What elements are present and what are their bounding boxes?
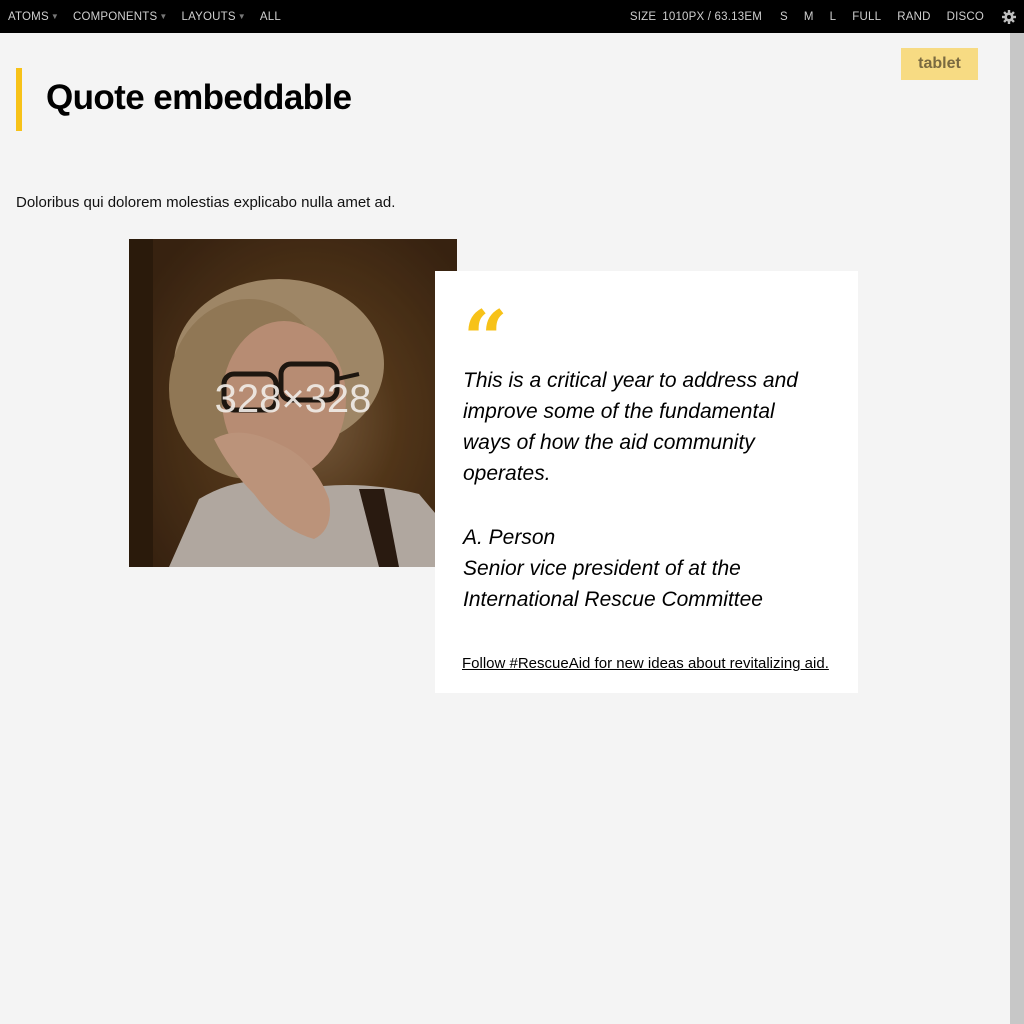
author-organization: International Rescue Committee	[463, 588, 763, 611]
page-description: Doloribus qui dolorem molestias explicab…	[16, 194, 396, 211]
title-accent-bar	[16, 68, 22, 131]
size-medium-button[interactable]: M	[804, 11, 814, 23]
quote-attribution: A. Person Senior vice president of at th…	[463, 522, 833, 615]
viewport-resize-handle[interactable]	[1010, 33, 1024, 1024]
author-title: Senior vice president of at the	[463, 557, 741, 580]
size-small-button[interactable]: S	[780, 11, 788, 23]
follow-link[interactable]: Follow #RescueAid for new ideas about re…	[462, 655, 829, 672]
nav-components-label: COMPONENTS	[72, 10, 158, 23]
nav-all[interactable]: ALL	[260, 11, 281, 23]
quote-photo: 328×328	[129, 239, 457, 567]
top-toolbar: ATOMS ▼ COMPONENTS ▼ LAYOUTS ▼ ALL SIZE 101…	[0, 0, 1024, 33]
chevron-down-icon: ▼	[159, 12, 168, 21]
nav-layouts[interactable]: LAYOUTS ▼	[182, 11, 246, 23]
chevron-down-icon: ▼	[50, 12, 59, 21]
page-title: Quote embeddable	[46, 78, 352, 117]
nav-layouts-label: LAYOUTS	[181, 10, 236, 23]
author-name: A. Person	[463, 526, 556, 549]
toolbar-size-controls: SIZE 1010PX / 63.13EM S M L FULL RAND DI…	[630, 0, 1016, 33]
size-full-button[interactable]: FULL	[852, 11, 881, 23]
gear-icon[interactable]	[1002, 9, 1016, 24]
toolbar-nav: ATOMS ▼ COMPONENTS ▼ LAYOUTS ▼ ALL	[8, 0, 295, 33]
viewport-badge: tablet	[901, 48, 978, 80]
image-placeholder-label: 328×328	[214, 377, 372, 421]
nav-components[interactable]: COMPONENTS ▼	[73, 11, 168, 23]
nav-atoms[interactable]: ATOMS ▼	[8, 11, 59, 23]
size-large-button[interactable]: L	[830, 11, 837, 23]
quote-card: “ This is a critical year to address and…	[435, 271, 858, 693]
quote-text: This is a critical year to address and i…	[463, 369, 798, 485]
nav-all-label: ALL	[259, 10, 281, 23]
size-label: SIZE	[629, 10, 657, 23]
chevron-down-icon: ▼	[237, 12, 246, 21]
size-disco-button[interactable]: DISCO	[947, 11, 984, 23]
size-value: 1010PX / 63.13EM	[662, 10, 762, 23]
size-random-button[interactable]: RAND	[897, 11, 930, 23]
nav-atoms-label: ATOMS	[8, 10, 49, 23]
